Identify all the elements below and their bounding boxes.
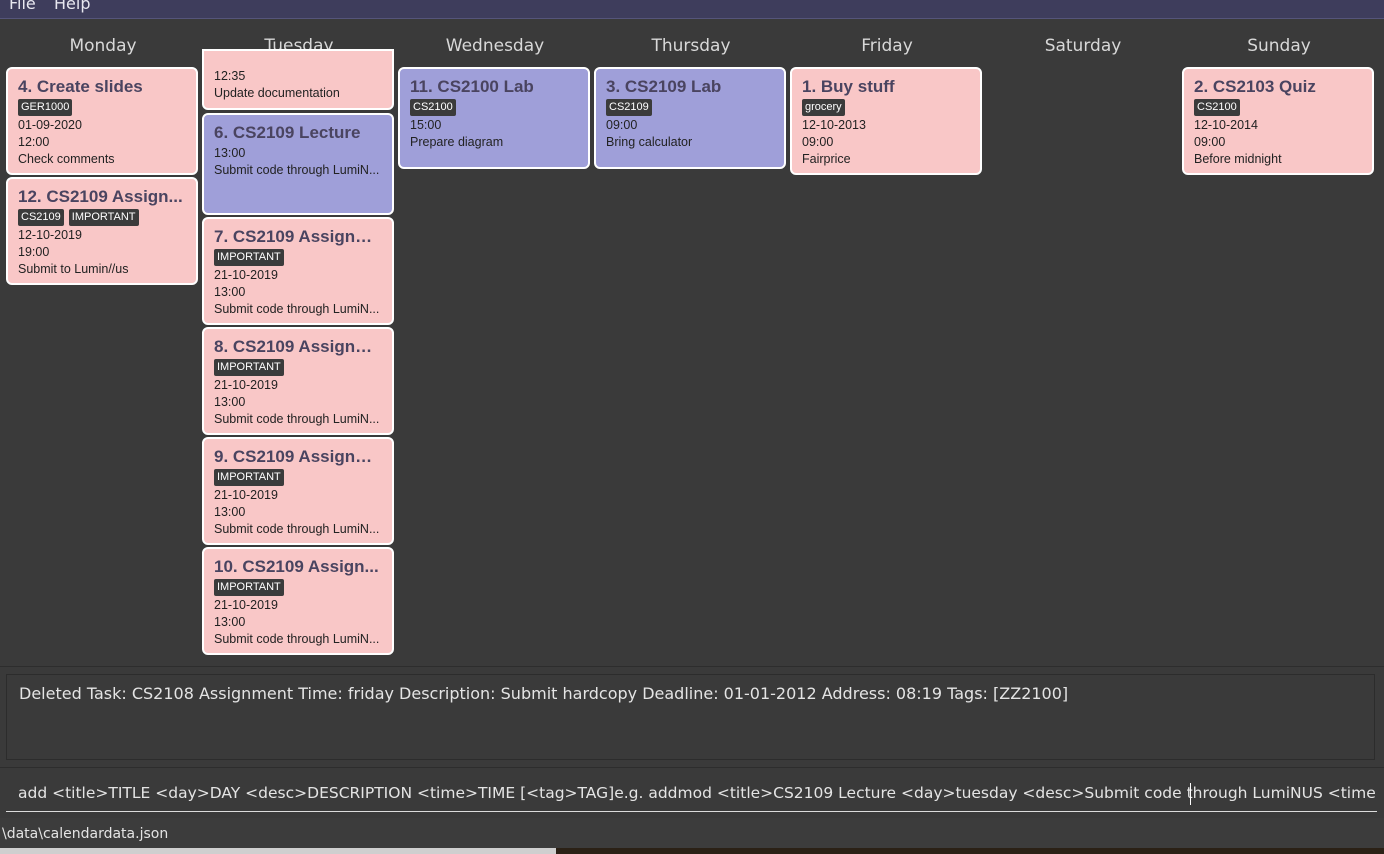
menu-bar: File Help bbox=[0, 0, 1384, 19]
task-date: 12-10-2013 bbox=[802, 118, 866, 132]
task-tags: CS2109 bbox=[606, 99, 774, 116]
task-card[interactable]: 10. CS2109 Assign... IMPORTANT 21-10-2019 1… bbox=[202, 547, 394, 655]
task-card[interactable]: 12:35 Update documentation bbox=[202, 49, 394, 110]
day-header-monday: Monday bbox=[69, 36, 137, 56]
task-time: 13:00 bbox=[214, 285, 246, 299]
task-title: 8. CS2109 Assignm... bbox=[214, 337, 382, 356]
task-desc: Submit code through LumiN... bbox=[214, 522, 380, 536]
task-tags: IMPORTANT bbox=[214, 359, 382, 376]
task-desc: Submit code through LumiN... bbox=[214, 163, 380, 177]
tag-badge: IMPORTANT bbox=[214, 579, 284, 596]
task-time: 19:00 bbox=[18, 245, 50, 259]
task-desc: Before midnight bbox=[1194, 152, 1282, 166]
task-time: 15:00 bbox=[410, 118, 442, 132]
day-header-saturday: Saturday bbox=[1044, 36, 1122, 56]
background-image-edge bbox=[556, 848, 1384, 854]
task-tags: grocery bbox=[802, 99, 970, 116]
task-card[interactable]: 11. CS2100 Lab CS2100 15:00 Prepare diagram bbox=[398, 67, 590, 169]
task-title: 9. CS2109 Assignm... bbox=[214, 447, 382, 466]
task-date: 21-10-2019 bbox=[214, 268, 278, 282]
day-header-thursday: Thursday bbox=[651, 36, 731, 56]
task-card[interactable]: 6. CS2109 Lecture 13:00 Submit code throug… bbox=[202, 113, 394, 215]
task-desc: Submit code through LumiN... bbox=[214, 632, 380, 646]
task-date: 21-10-2019 bbox=[214, 488, 278, 502]
task-desc: Submit code through LumiN... bbox=[214, 412, 380, 426]
task-tags: IMPORTANT bbox=[214, 249, 382, 266]
bottom-strip bbox=[0, 848, 1384, 854]
card-clipped-top bbox=[214, 51, 382, 68]
task-card[interactable]: 4. Create slides GER1000 01-09-2020 12:00 Ch… bbox=[6, 67, 198, 175]
task-desc: Prepare diagram bbox=[410, 135, 504, 149]
result-display: Deleted Task: CS2108 Assignment Time: fr… bbox=[6, 674, 1375, 760]
divider bbox=[0, 666, 1384, 667]
task-time: 13:00 bbox=[214, 505, 246, 519]
task-time: 09:00 bbox=[606, 118, 638, 132]
day-header-friday: Friday bbox=[861, 36, 913, 56]
tag-badge: IMPORTANT bbox=[214, 359, 284, 376]
task-card[interactable]: 7. CS2109 Assignm... IMPORTANT 21-10-2019 1… bbox=[202, 217, 394, 325]
task-desc: Submit code through LumiN... bbox=[214, 302, 380, 316]
task-title: 4. Create slides bbox=[18, 77, 143, 96]
task-date: 01-09-2020 bbox=[18, 118, 82, 132]
tag-badge: CS2109 bbox=[18, 209, 64, 226]
task-card[interactable]: 8. CS2109 Assignm... IMPORTANT 21-10-2019 1… bbox=[202, 327, 394, 435]
task-time: 09:00 bbox=[1194, 135, 1226, 149]
task-title: 3. CS2109 Lab bbox=[606, 77, 722, 96]
tag-badge: GER1000 bbox=[18, 99, 73, 116]
text-caret bbox=[1190, 783, 1191, 805]
menu-help[interactable]: Help bbox=[54, 0, 90, 13]
task-desc: Fairprice bbox=[802, 152, 851, 166]
task-time: 13:00 bbox=[214, 615, 246, 629]
result-text: Deleted Task: CS2108 Assignment Time: fr… bbox=[19, 684, 1069, 703]
task-time: 09:00 bbox=[802, 135, 834, 149]
task-card[interactable]: 2. CS2103 Quiz CS2100 12-10-2014 09:00 Befor… bbox=[1182, 67, 1374, 175]
task-card[interactable]: 1. Buy stuff grocery 12-10-2013 09:00 Fairpr… bbox=[790, 67, 982, 175]
task-date: 21-10-2019 bbox=[214, 598, 278, 612]
divider bbox=[0, 767, 1384, 768]
task-title: 10. CS2109 Assign... bbox=[214, 557, 379, 576]
task-time: 13:00 bbox=[214, 395, 246, 409]
task-date: 12-10-2019 bbox=[18, 228, 82, 242]
task-date: 12-10-2014 bbox=[1194, 118, 1258, 132]
task-title: 7. CS2109 Assignm... bbox=[214, 227, 382, 246]
task-tags: IMPORTANT bbox=[214, 469, 382, 486]
tag-badge: CS2109 bbox=[606, 99, 652, 116]
tag-badge: grocery bbox=[802, 99, 845, 116]
task-tags: CS2100 bbox=[1194, 99, 1362, 116]
task-time: 12:35 bbox=[214, 69, 246, 83]
task-card[interactable]: 12. CS2109 Assign... CS2109 IMPORTANT 12-10… bbox=[6, 177, 198, 285]
task-title: 11. CS2100 Lab bbox=[410, 77, 534, 96]
tag-badge: IMPORTANT bbox=[214, 249, 284, 266]
tag-badge: CS2100 bbox=[410, 99, 456, 116]
task-desc: Bring calculator bbox=[606, 135, 693, 149]
task-desc: Submit to Lumin//us bbox=[18, 262, 129, 276]
day-header-sunday: Sunday bbox=[1247, 36, 1311, 56]
tag-badge: CS2100 bbox=[1194, 99, 1240, 116]
task-tags: CS2100 bbox=[410, 99, 578, 116]
menu-file[interactable]: File bbox=[9, 0, 36, 13]
task-tags: IMPORTANT bbox=[214, 579, 382, 596]
task-title: 6. CS2109 Lecture bbox=[214, 123, 361, 142]
task-title: 2. CS2103 Quiz bbox=[1194, 77, 1316, 96]
task-title: 12. CS2109 Assign... bbox=[18, 187, 183, 206]
task-desc: Check comments bbox=[18, 152, 115, 166]
command-input[interactable]: add <title>TITLE <day>DAY <desc>DESCRIPT… bbox=[6, 778, 1377, 812]
command-text: add <title>TITLE <day>DAY <desc>DESCRIPT… bbox=[18, 784, 1377, 802]
status-bar: \data\calendardata.json bbox=[0, 818, 1384, 848]
tag-badge: IMPORTANT bbox=[214, 469, 284, 486]
task-tags: GER1000 bbox=[18, 99, 186, 116]
status-file-path: \data\calendardata.json bbox=[2, 826, 169, 842]
tag-badge: IMPORTANT bbox=[68, 209, 139, 226]
task-date: 21-10-2019 bbox=[214, 378, 278, 392]
task-card[interactable]: 3. CS2109 Lab CS2109 09:00 Bring calculator bbox=[594, 67, 786, 169]
task-tags: CS2109 IMPORTANT bbox=[18, 209, 186, 226]
task-desc: Update documentation bbox=[214, 86, 340, 100]
task-time: 13:00 bbox=[214, 146, 246, 160]
task-time: 12:00 bbox=[18, 135, 50, 149]
task-card[interactable]: 9. CS2109 Assignm... IMPORTANT 21-10-2019 1… bbox=[202, 437, 394, 545]
task-title: 1. Buy stuff bbox=[802, 77, 895, 96]
day-header-wednesday: Wednesday bbox=[445, 36, 545, 56]
